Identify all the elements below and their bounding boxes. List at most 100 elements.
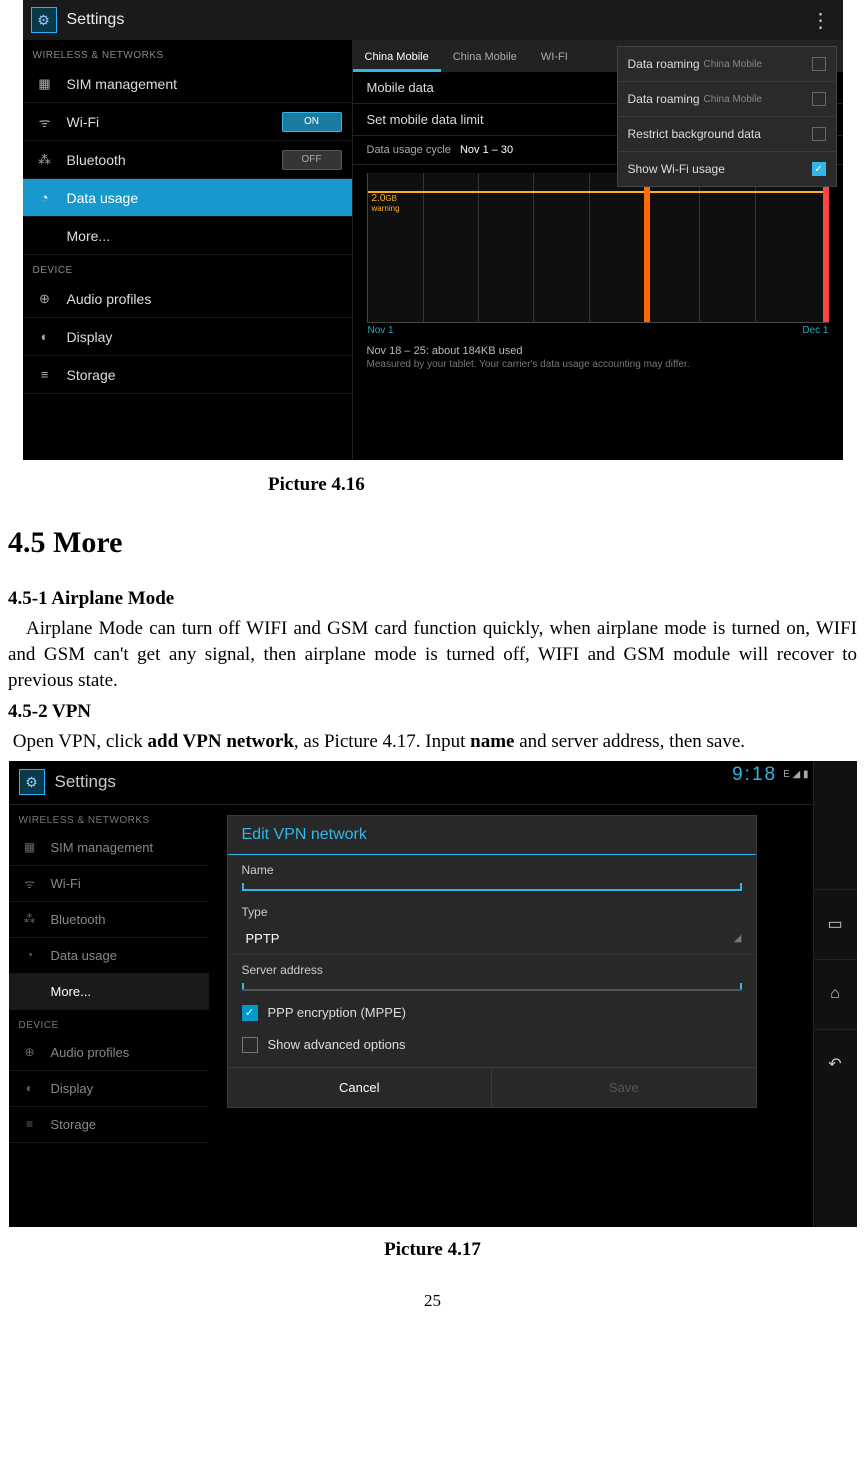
sidebar-item-label: Wi-Fi	[67, 114, 100, 130]
status-icons: E ◢ ▮	[783, 769, 808, 780]
popover-sublabel: China Mobile	[704, 94, 762, 105]
sidebar-item-label: Audio profiles	[51, 1045, 130, 1060]
type-label: Type	[242, 905, 742, 919]
field-server: Server address	[228, 955, 756, 997]
cancel-button[interactable]: Cancel	[228, 1068, 493, 1107]
sidebar-item-label: Data usage	[67, 190, 139, 206]
range-handle-right[interactable]	[823, 173, 829, 322]
dialog-title: Edit VPN network	[228, 816, 756, 855]
sidebar-item-wifi[interactable]: ᯤ Wi-Fi	[9, 866, 209, 902]
x-axis-start: Nov 1	[368, 325, 394, 336]
ppp-encryption-row[interactable]: ✓ PPP encryption (MPPE)	[228, 997, 756, 1029]
advanced-options-row[interactable]: Show advanced options	[228, 1029, 756, 1061]
storage-icon: ≡	[33, 367, 57, 382]
sidebar-item-label: More...	[51, 984, 91, 999]
sidebar-item-more[interactable]: More...	[9, 974, 209, 1010]
sidebar-item-label: Wi-Fi	[51, 876, 81, 891]
sidebar-category: WIRELESS & NETWORKS	[23, 40, 352, 65]
checkbox-icon[interactable]	[812, 127, 826, 141]
settings-sidebar: WIRELESS & NETWORKS ▦ SIM management ᯤ W…	[23, 40, 353, 460]
checkbox-icon[interactable]: ✓	[242, 1005, 258, 1021]
popover-item-bgdata[interactable]: Restrict background data	[618, 117, 836, 152]
sidebar-item-wifi[interactable]: ᯤ Wi-Fi ON	[23, 103, 352, 141]
screenshot-data-usage: ⚙ Settings ⋮ WIRELESS & NETWORKS ▦ SIM m…	[23, 0, 843, 460]
sidebar-item-label: Data usage	[51, 948, 118, 963]
sidebar-category: DEVICE	[9, 1010, 209, 1035]
screenshot-vpn-dialog: 9:18 E ◢ ▮ ⚙ Settings WIRELESS & NETWORK…	[9, 761, 857, 1227]
checkbox-icon[interactable]	[812, 92, 826, 106]
usage-graph[interactable]: 2.0GB warning Nov 1 Dec 1	[367, 173, 829, 323]
usage-summary-note: Measured by your tablet. Your carrier's …	[353, 359, 843, 376]
sidebar-item-label: Bluetooth	[67, 152, 126, 168]
sidebar-item-storage[interactable]: ≡ Storage	[23, 356, 352, 394]
sidebar-item-storage[interactable]: ≡ Storage	[9, 1107, 209, 1143]
back-button[interactable]: ↶	[814, 1029, 857, 1099]
overflow-menu-icon[interactable]: ⋮	[807, 8, 835, 33]
type-select[interactable]: PPTP ◢	[228, 923, 756, 955]
popover-item-wifi-usage[interactable]: Show Wi-Fi usage ✓	[618, 152, 836, 186]
settings-sidebar: WIRELESS & NETWORKS ▦ SIM management ᯤ W…	[9, 805, 209, 1227]
server-input[interactable]	[242, 989, 742, 991]
home-button[interactable]: ⌂	[814, 959, 857, 1029]
ppp-label: PPP encryption (MPPE)	[268, 1005, 406, 1020]
sidebar-item-audio[interactable]: ⊕ Audio profiles	[9, 1035, 209, 1071]
tab-sim1[interactable]: China Mobile	[353, 45, 441, 72]
vpn-dialog: Edit VPN network Name Type PPTP ◢ Server…	[227, 815, 757, 1108]
x-axis-end: Dec 1	[802, 325, 828, 336]
field-type: Type	[228, 897, 756, 919]
tab-wifi[interactable]: WI-FI	[529, 45, 580, 72]
name-input[interactable]	[242, 889, 742, 891]
sidebar-item-sim[interactable]: ▦ SIM management	[9, 830, 209, 866]
sidebar-item-bluetooth[interactable]: ⁂ Bluetooth OFF	[23, 141, 352, 179]
text-run: , as Picture 4.17. Input	[294, 731, 470, 752]
tab-sim2[interactable]: China Mobile	[441, 45, 529, 72]
sidebar-item-display[interactable]: ◐ Display	[23, 318, 352, 356]
sidebar-item-more[interactable]: More...	[23, 217, 352, 255]
checkbox-icon[interactable]	[812, 57, 826, 71]
bluetooth-toggle[interactable]: OFF	[282, 150, 342, 170]
sidebar-item-label: Storage	[67, 367, 116, 383]
data-usage-icon: ◔	[33, 190, 57, 205]
sidebar-item-display[interactable]: ◐ Display	[9, 1071, 209, 1107]
text-run: and server address, then save.	[514, 731, 745, 752]
usage-summary: Nov 18 – 25: about 184KB used	[353, 327, 843, 359]
sidebar-item-label: More...	[67, 228, 111, 244]
text-run: Open VPN, click	[13, 731, 148, 752]
type-value: PPTP	[242, 931, 280, 946]
more-pane: Edit VPN network Name Type PPTP ◢ Server…	[209, 805, 813, 1227]
popover-label: Show Wi-Fi usage	[628, 162, 725, 176]
bluetooth-icon: ⁂	[33, 152, 57, 168]
sidebar-item-label: SIM management	[67, 76, 178, 92]
popover-item-roaming2[interactable]: Data roaming China Mobile	[618, 82, 836, 117]
recent-apps-button[interactable]: ▭	[814, 889, 857, 959]
sim-icon: ▦	[33, 76, 57, 92]
sidebar-item-bluetooth[interactable]: ⁂ Bluetooth	[9, 902, 209, 938]
wifi-toggle[interactable]: ON	[282, 112, 342, 132]
name-label: Name	[242, 863, 742, 877]
field-name: Name	[228, 855, 756, 897]
sidebar-category: WIRELESS & NETWORKS	[9, 805, 209, 830]
save-button[interactable]: Save	[492, 1068, 756, 1107]
sidebar-item-audio[interactable]: ⊕ Audio profiles	[23, 280, 352, 318]
sidebar-item-label: SIM management	[51, 840, 154, 855]
clock: 9:18	[732, 764, 777, 786]
chevron-down-icon: ◢	[734, 933, 742, 944]
bluetooth-icon: ⁂	[19, 912, 41, 926]
sidebar-item-data-usage[interactable]: ◔ Data usage	[23, 179, 352, 217]
subsection-heading: 4.5-2 VPN	[8, 701, 857, 723]
popover-sublabel: China Mobile	[704, 59, 762, 70]
range-handle-left[interactable]	[644, 173, 650, 322]
figure-caption: Picture 4.17	[8, 1239, 857, 1261]
paragraph: Open VPN, click add VPN network, as Pict…	[8, 729, 857, 755]
checkbox-icon[interactable]	[242, 1037, 258, 1053]
checkbox-icon[interactable]: ✓	[812, 162, 826, 176]
titlebar: ⚙ Settings	[9, 761, 813, 805]
popover-item-roaming1[interactable]: Data roaming China Mobile	[618, 47, 836, 82]
app-title: Settings	[55, 772, 116, 792]
threshold-line[interactable]: 2.0GB warning	[368, 191, 829, 213]
sidebar-item-label: Storage	[51, 1117, 97, 1132]
sidebar-item-sim[interactable]: ▦ SIM management	[23, 65, 352, 103]
cycle-label: Data usage cycle	[367, 144, 451, 156]
subsection-heading: 4.5-1 Airplane Mode	[8, 588, 857, 610]
sidebar-item-data-usage[interactable]: ◔ Data usage	[9, 938, 209, 974]
